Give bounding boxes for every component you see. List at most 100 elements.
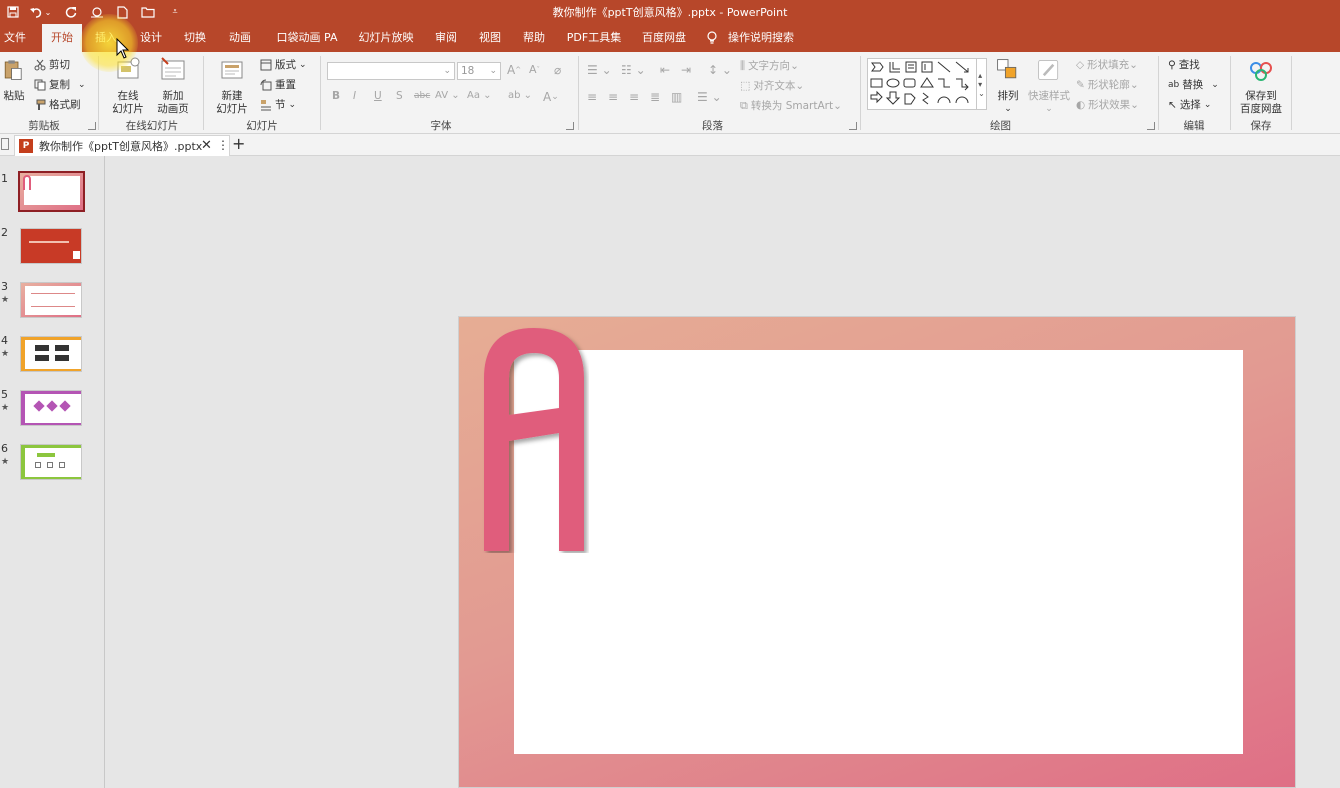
smartart-button[interactable]: ⧉ 转换为 SmartArt ⌄ bbox=[740, 98, 842, 113]
replace-dropdown-icon[interactable]: ⌄ bbox=[1211, 80, 1219, 90]
font-color-icon[interactable]: A ⌄ bbox=[543, 90, 559, 104]
section-button[interactable]: 节 ⌄ bbox=[260, 97, 296, 112]
align-left-icon[interactable]: ≡ bbox=[587, 90, 597, 104]
strikethrough-icon[interactable]: abc bbox=[414, 91, 430, 101]
text-direction-label: 文字方向 bbox=[748, 60, 791, 72]
shadow-icon[interactable]: S bbox=[396, 90, 403, 102]
close-icon[interactable]: ✕ bbox=[201, 138, 212, 153]
slide-thumbnail-6[interactable] bbox=[20, 444, 82, 480]
ribbon-separator bbox=[1230, 56, 1231, 130]
layout-button[interactable]: 版式 ⌄ bbox=[260, 57, 307, 72]
letter-a-graphic[interactable] bbox=[479, 323, 589, 553]
reset-button[interactable]: 重置 bbox=[260, 77, 296, 92]
thumbnail-content bbox=[59, 462, 65, 468]
cut-label: 剪切 bbox=[49, 59, 70, 71]
shape-effects-button[interactable]: ◐ 形状效果 ⌄ bbox=[1076, 97, 1139, 112]
slide-canvas[interactable] bbox=[458, 316, 1296, 788]
tab-pocket-animation[interactable]: 口袋动画 PA bbox=[270, 24, 344, 52]
new-slide-button[interactable]: 新建 幻灯片 bbox=[208, 56, 256, 116]
quick-styles-button[interactable]: 快速样式 ⌄ bbox=[1026, 56, 1072, 116]
align-text-button[interactable]: ⬚ 对齐文本 ⌄ bbox=[740, 78, 804, 93]
slide-thumbnail-2[interactable] bbox=[20, 228, 82, 264]
section-dropdown-icon: ⌄ bbox=[288, 99, 297, 110]
file-icon bbox=[1, 138, 9, 150]
tab-slideshow[interactable]: 幻灯片放映 bbox=[354, 24, 418, 52]
slide-white-panel[interactable] bbox=[514, 350, 1243, 754]
tab-file[interactable]: 文件 bbox=[0, 24, 30, 52]
underline-icon[interactable]: U bbox=[374, 90, 382, 102]
save-group-label: 保存 bbox=[1250, 120, 1272, 132]
tab-pdf-tools[interactable]: PDF工具集 bbox=[562, 24, 626, 52]
shape-outline-label: 形状轮廓 bbox=[1087, 79, 1130, 91]
select-button[interactable]: ↖ 选择 ⌄ bbox=[1168, 97, 1211, 112]
shapes-gallery-scroll[interactable]: ▴ ▾ ⌄ bbox=[976, 58, 986, 110]
paragraph-launcher-icon[interactable] bbox=[849, 122, 857, 130]
font-launcher-icon[interactable] bbox=[566, 122, 574, 130]
drawing-launcher-icon[interactable] bbox=[1147, 122, 1155, 130]
align-center-icon[interactable]: ≡ bbox=[608, 90, 618, 104]
paste-button[interactable]: 粘贴 bbox=[0, 56, 28, 103]
slide-thumbnail-1[interactable] bbox=[18, 171, 85, 212]
more-icon[interactable]: ⋮ bbox=[217, 138, 229, 152]
tab-animations[interactable]: 动画 bbox=[220, 24, 260, 52]
font-size-dropdown-icon: ⌄ bbox=[489, 66, 497, 76]
shape-outline-button[interactable]: ✎ 形状轮廓 ⌄ bbox=[1076, 77, 1139, 92]
align-right-icon[interactable]: ≡ bbox=[629, 90, 639, 104]
numbering-icon[interactable]: ☷ ⌄ bbox=[621, 63, 646, 77]
ribbon-separator bbox=[320, 56, 321, 130]
tab-help[interactable]: 帮助 bbox=[514, 24, 554, 52]
tab-baidu-netdisk[interactable]: 百度网盘 bbox=[636, 24, 692, 52]
decrease-indent-icon[interactable]: ⇤ bbox=[660, 63, 670, 77]
format-painter-button[interactable]: 格式刷 bbox=[34, 97, 81, 112]
arrange-button[interactable]: 排列 ⌄ bbox=[993, 56, 1023, 116]
bold-icon[interactable]: B bbox=[332, 90, 340, 102]
clear-formatting-icon[interactable]: ⌀ bbox=[554, 63, 561, 77]
copy-dropdown-icon[interactable]: ⌄ bbox=[78, 80, 86, 90]
character-spacing-icon[interactable]: AV ⌄ bbox=[435, 90, 460, 101]
add-tab-icon[interactable]: + bbox=[232, 134, 245, 153]
italic-icon[interactable]: I bbox=[353, 90, 356, 102]
cut-button[interactable]: 剪切 bbox=[34, 57, 70, 72]
copy-button[interactable]: 复制 ⌄ bbox=[34, 77, 86, 92]
tab-transitions[interactable]: 切换 bbox=[175, 24, 215, 52]
shape-fill-label: 形状填充 bbox=[1087, 59, 1130, 71]
document-tab[interactable]: P 教你制作《pptT创意风格》.pptx ✕ ⋮ bbox=[14, 135, 230, 156]
columns-icon[interactable]: ☰ ⌄ bbox=[697, 90, 722, 104]
clipboard-launcher-icon[interactable] bbox=[88, 122, 96, 130]
save-to-baidu-button[interactable]: 保存到 百度网盘 bbox=[1236, 56, 1286, 116]
tell-me-search[interactable]: 操作说明搜索 bbox=[706, 24, 794, 52]
increase-indent-icon[interactable]: ⇥ bbox=[681, 63, 691, 77]
shape-fill-button[interactable]: ◇ 形状填充 ⌄ bbox=[1076, 57, 1138, 72]
shapes-gallery[interactable] bbox=[867, 58, 987, 110]
shrink-font-icon[interactable]: Aˇ bbox=[529, 63, 540, 76]
line-spacing-icon[interactable]: ↕ ⌄ bbox=[708, 63, 732, 77]
replace-button[interactable]: ab 替换 ⌄ bbox=[1168, 77, 1219, 92]
tab-home[interactable]: 开始 bbox=[42, 24, 82, 52]
tab-view[interactable]: 视图 bbox=[470, 24, 510, 52]
tab-review[interactable]: 审阅 bbox=[426, 24, 466, 52]
slide-thumbnail-3[interactable] bbox=[20, 282, 82, 318]
thumbnail-number: 6 bbox=[1, 442, 8, 455]
slide-thumbnail-5[interactable] bbox=[20, 390, 82, 426]
highlight-icon[interactable]: ab ⌄ bbox=[508, 90, 532, 101]
replace-label: 替换 bbox=[1182, 79, 1204, 91]
distributed-icon[interactable]: ▥ bbox=[671, 90, 682, 104]
select-dropdown-icon: ⌄ bbox=[1203, 99, 1212, 110]
bullets-icon[interactable]: ☰ ⌄ bbox=[587, 63, 612, 77]
font-name-box[interactable]: ⌄ bbox=[327, 62, 455, 80]
arrange-label: 排列 bbox=[997, 90, 1019, 102]
animation-star-icon: ★ bbox=[1, 403, 10, 413]
new-animation-page-button[interactable]: 新加 动画页 bbox=[150, 56, 196, 116]
font-size-box[interactable]: 18 ⌄ bbox=[457, 62, 501, 80]
align-text-icon: ⬚ bbox=[740, 79, 751, 92]
grow-font-icon[interactable]: A ^ bbox=[507, 63, 521, 77]
find-button[interactable]: ⚲ 查找 bbox=[1168, 57, 1200, 72]
justify-icon[interactable]: ≣ bbox=[650, 90, 660, 104]
animation-page-icon bbox=[161, 57, 185, 80]
document-tab-label: 教你制作《pptT创意风格》.pptx bbox=[39, 140, 203, 153]
text-direction-button[interactable]: ⫼ 文字方向 ⌄ bbox=[740, 58, 799, 73]
change-case-icon[interactable]: Aa ⌄ bbox=[467, 90, 492, 101]
slide-thumbnail-4[interactable] bbox=[20, 336, 82, 372]
thumbnail-number: 5 bbox=[1, 388, 8, 401]
format-painter-label: 格式刷 bbox=[49, 99, 81, 111]
